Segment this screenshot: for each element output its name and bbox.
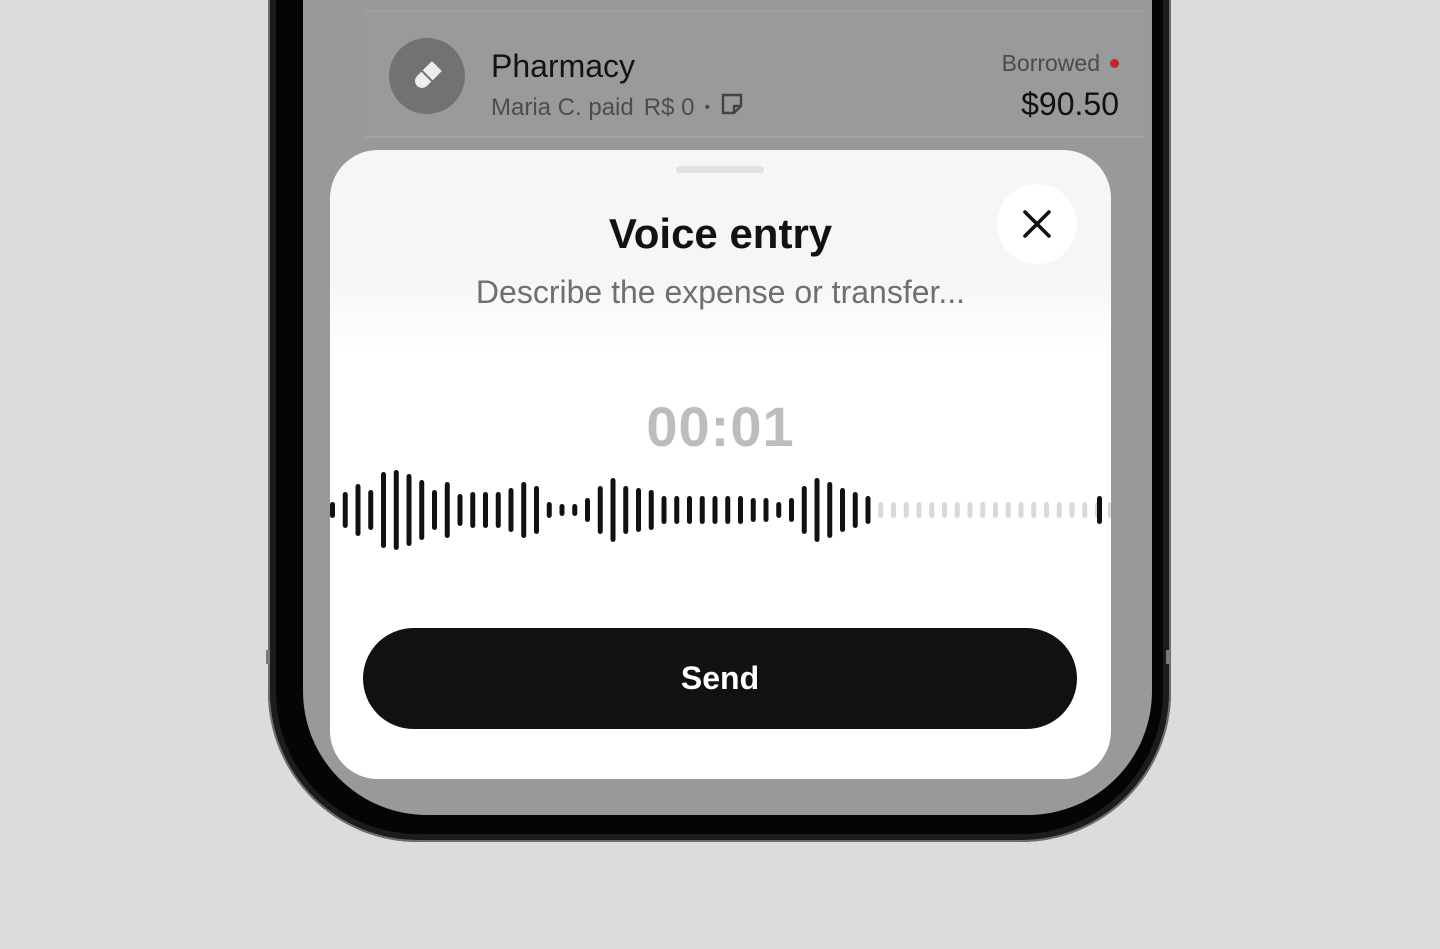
waveform-bar-recorded — [636, 488, 641, 532]
waveform-bar-recorded — [368, 490, 374, 530]
expense-title: Pharmacy — [491, 48, 636, 84]
waveform-bar-recorded — [432, 490, 437, 530]
waveform-bar-recorded — [470, 492, 476, 528]
waveform-bar-recorded — [738, 496, 743, 524]
waveform-bar-recorded — [521, 482, 527, 538]
waveform-bar-recorded — [840, 488, 845, 532]
waveform-bar-recorded — [495, 492, 501, 528]
side-button-left — [266, 650, 270, 664]
waveform-bar-pending — [916, 502, 922, 518]
waveform-bar-pending — [878, 502, 884, 518]
waveform-bar-recorded — [381, 472, 386, 548]
expense-amount: $90.50 — [1021, 86, 1119, 122]
note-icon — [720, 92, 744, 123]
meta-separator: • — [704, 98, 711, 116]
waveform-bar-recorded — [674, 496, 680, 524]
waveform-bar-recorded — [814, 478, 820, 542]
waveform-bar-pending — [1082, 502, 1088, 518]
waveform-bar-recorded — [355, 484, 361, 536]
waveform-bar-recorded — [712, 496, 718, 524]
sheet-grabber[interactable] — [676, 166, 764, 173]
waveform-bar-pending — [1031, 502, 1037, 518]
paid-amount: R$ 0 — [643, 93, 695, 121]
waveform-bar-pending — [891, 502, 896, 518]
expense-list-row[interactable]: Pharmacy Maria C. paid R$ 0 • Borrowed $… — [365, 10, 1145, 138]
waveform-bar-recorded — [699, 496, 705, 524]
waveform-bar-pending — [1044, 502, 1049, 518]
waveform-bar-recorded — [572, 504, 578, 516]
waveform-bar-recorded — [597, 486, 603, 534]
waveform-bar-recorded — [483, 492, 488, 528]
waveform-bar-recorded — [776, 502, 782, 518]
waveform-bar-pending — [903, 502, 909, 518]
waveform-bar-recorded — [330, 502, 335, 518]
waveform-bar-recorded — [750, 498, 756, 522]
waveform-bar-recorded — [725, 496, 731, 524]
waveform-bar-pending — [980, 502, 986, 518]
waveform-bar-recorded — [789, 498, 794, 522]
waveform-bar-recorded — [865, 496, 871, 524]
waveform-bar-recorded — [801, 486, 807, 534]
status-badge: Borrowed — [1002, 50, 1119, 77]
waveform-bar-recorded — [546, 502, 552, 518]
waveform-bar-pending — [1056, 502, 1062, 518]
waveform-bar-pending — [929, 502, 935, 518]
waveform-bar-pending — [967, 502, 973, 518]
paid-by-label: Maria C. paid — [491, 93, 634, 121]
waveform-bar-pending — [942, 502, 947, 518]
pill-icon — [389, 38, 465, 114]
status-label: Borrowed — [1001, 50, 1100, 76]
waveform-bar-pending — [1005, 502, 1011, 518]
waveform-bar-recorded — [763, 498, 769, 522]
voice-entry-sheet: Voice entry Describe the expense or tran… — [330, 150, 1111, 779]
waveform-bar-recorded — [457, 494, 463, 526]
waveform-bar-recorded — [648, 490, 654, 530]
waveform-bar-recorded — [444, 482, 450, 538]
waveform-bar-recorded — [623, 486, 629, 534]
sheet-subtitle: Describe the expense or transfer... — [475, 274, 966, 310]
audio-waveform — [330, 470, 1111, 550]
waveform-bar-pending — [1069, 502, 1075, 518]
waveform-bar-recorded — [508, 488, 514, 532]
send-button[interactable]: Send — [363, 628, 1077, 729]
waveform-bar-pending — [1107, 502, 1111, 518]
waveform-bar-recorded — [534, 486, 539, 534]
waveform-bar-recorded — [419, 480, 425, 540]
waveform-bar-recorded — [585, 498, 590, 522]
waveform-bar-pending — [1018, 502, 1024, 518]
waveform-bar-recorded — [852, 492, 858, 528]
waveform-bar-recorded — [393, 470, 399, 550]
waveform-bar-recorded — [406, 474, 412, 546]
waveform-bar-recorded — [661, 496, 667, 524]
waveform-bar-recorded — [342, 492, 348, 528]
side-button-right — [1166, 650, 1170, 664]
waveform-bar-recorded — [827, 482, 833, 538]
waveform-bar-playhead — [1097, 496, 1102, 524]
sheet-title: Voice entry — [608, 210, 833, 257]
waveform-bar-recorded — [610, 478, 616, 542]
waveform-bar-pending — [954, 502, 960, 518]
waveform-bar-pending — [993, 502, 998, 518]
expense-meta: Maria C. paid R$ 0 • — [491, 92, 744, 123]
recording-timer: 00:01 — [646, 395, 795, 458]
status-dot — [1110, 59, 1119, 68]
waveform-bar-recorded — [559, 504, 565, 516]
waveform-bar-recorded — [687, 496, 692, 524]
